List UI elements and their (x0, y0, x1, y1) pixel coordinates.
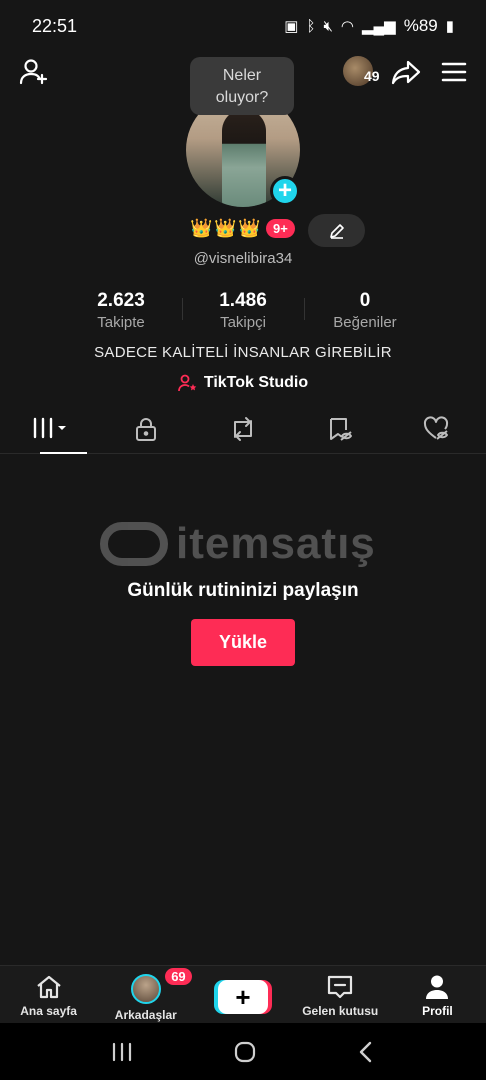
share-icon[interactable] (390, 56, 422, 88)
pencil-icon (329, 223, 344, 239)
recent-apps-icon[interactable] (110, 1041, 134, 1063)
wifi-icon: ◠ (340, 18, 354, 35)
back-icon[interactable] (356, 1040, 376, 1064)
avatar-photo (222, 109, 266, 207)
studio-person-icon (177, 374, 197, 392)
coin-count: 49 (364, 68, 380, 84)
badges-row[interactable]: 👑 👑 👑 9+ (190, 218, 295, 238)
status-time: 22:51 (32, 16, 78, 36)
signal-icon: ▂▄▆ (362, 18, 396, 35)
add-story-button[interactable]: + (270, 176, 300, 206)
stat-value: 0 (359, 290, 371, 311)
stat-following[interactable]: 2.623 Takipte (60, 290, 182, 334)
profile-tabs (0, 408, 486, 454)
nav-inbox[interactable]: Gelen kutusu (292, 966, 389, 1023)
whats-happening-tooltip[interactable]: Neler oluyor? (190, 57, 294, 115)
profile-bio: SADECE KALİTELİ İNSANLAR GİREBİLİR (94, 344, 392, 361)
edit-profile-button[interactable] (308, 214, 365, 247)
nav-create[interactable]: + (194, 966, 291, 1023)
stat-followers[interactable]: 1.486 Takipçi (182, 290, 304, 334)
crown-icon: 👑 (214, 218, 237, 238)
tiktok-studio-link[interactable]: TikTok Studio (0, 374, 486, 392)
stat-label: Beğeniler (333, 314, 397, 331)
inbox-icon (328, 975, 353, 999)
battery-icon: ▮ (445, 18, 454, 35)
nav-label: Gelen kutusu (302, 1004, 379, 1018)
upload-button[interactable]: Yükle (191, 619, 295, 666)
menu-icon[interactable] (440, 58, 468, 86)
tab-reposts[interactable] (194, 408, 291, 453)
system-nav (0, 1023, 486, 1080)
stat-value: 1.486 (219, 290, 267, 311)
badge-count: 9+ (266, 218, 295, 238)
tab-liked[interactable] (389, 408, 486, 453)
profile-icon (426, 975, 449, 999)
tab-favorites[interactable] (292, 408, 389, 453)
lock-icon (135, 418, 156, 441)
nav-profile[interactable]: Profil (389, 966, 486, 1023)
stat-label: Takipte (97, 314, 145, 331)
tooltip-line1: Neler (222, 67, 262, 84)
studio-link-label: TikTok Studio (203, 374, 309, 391)
repost-icon (234, 417, 252, 441)
stat-value: 2.623 (97, 290, 145, 311)
crown-icon: 👑 (190, 218, 213, 238)
bookmark-hidden-icon (330, 418, 353, 441)
nav-label: Arkadaşlar (114, 1008, 177, 1022)
notification-icon: ▣ (284, 18, 299, 35)
empty-state-title: Günlük rutininizi paylaşın (127, 580, 359, 601)
tooltip-line2: oluyor? (215, 89, 269, 106)
status-icons: ▣ ᛒ 🔇︎ ◠ ▂▄▆ %89 ▮ (284, 16, 454, 36)
stat-likes[interactable]: 0 Beğeniler (304, 290, 426, 334)
nav-label: Profil (422, 1004, 453, 1018)
divider (182, 298, 183, 320)
tab-videos[interactable] (0, 408, 97, 454)
create-plus-icon: + (218, 980, 268, 1014)
watermark-logo (100, 522, 168, 566)
battery-percent: %89 (403, 16, 438, 35)
home-icon (36, 975, 61, 999)
heart-hidden-icon (424, 416, 449, 440)
add-friend-icon[interactable] (18, 56, 50, 88)
watermark-text: itemsatış (176, 519, 376, 568)
username: @visnelibira34 (193, 250, 293, 267)
status-bar: 22:51 ▣ ᛒ 🔇︎ ◠ ▂▄▆ %89 ▮ (0, 0, 486, 52)
crown-icon: 👑 (238, 218, 261, 238)
grid-icon (33, 417, 66, 439)
tab-private[interactable] (97, 408, 194, 453)
friends-badge-count: 69 (165, 968, 192, 985)
mute-icon: 🔇︎ (323, 17, 333, 35)
profile-stats: 2.623 Takipte 1.486 Takipçi 0 Beğeniler (60, 290, 426, 334)
divider (304, 298, 305, 320)
nav-home[interactable]: Ana sayfa (0, 966, 97, 1023)
active-tab-indicator (40, 452, 87, 454)
home-button-icon[interactable] (233, 1040, 257, 1064)
bottom-nav: Ana sayfa 69 Arkadaşlar + Gelen kutusu P… (0, 965, 486, 1023)
stat-label: Takipçi (220, 314, 266, 331)
nav-label: Ana sayfa (20, 1004, 77, 1018)
watermark: itemsatış (100, 514, 390, 574)
friend-avatar (130, 974, 161, 1004)
bluetooth-icon: ᛒ (306, 17, 316, 35)
nav-friends[interactable]: 69 Arkadaşlar (97, 966, 194, 1023)
